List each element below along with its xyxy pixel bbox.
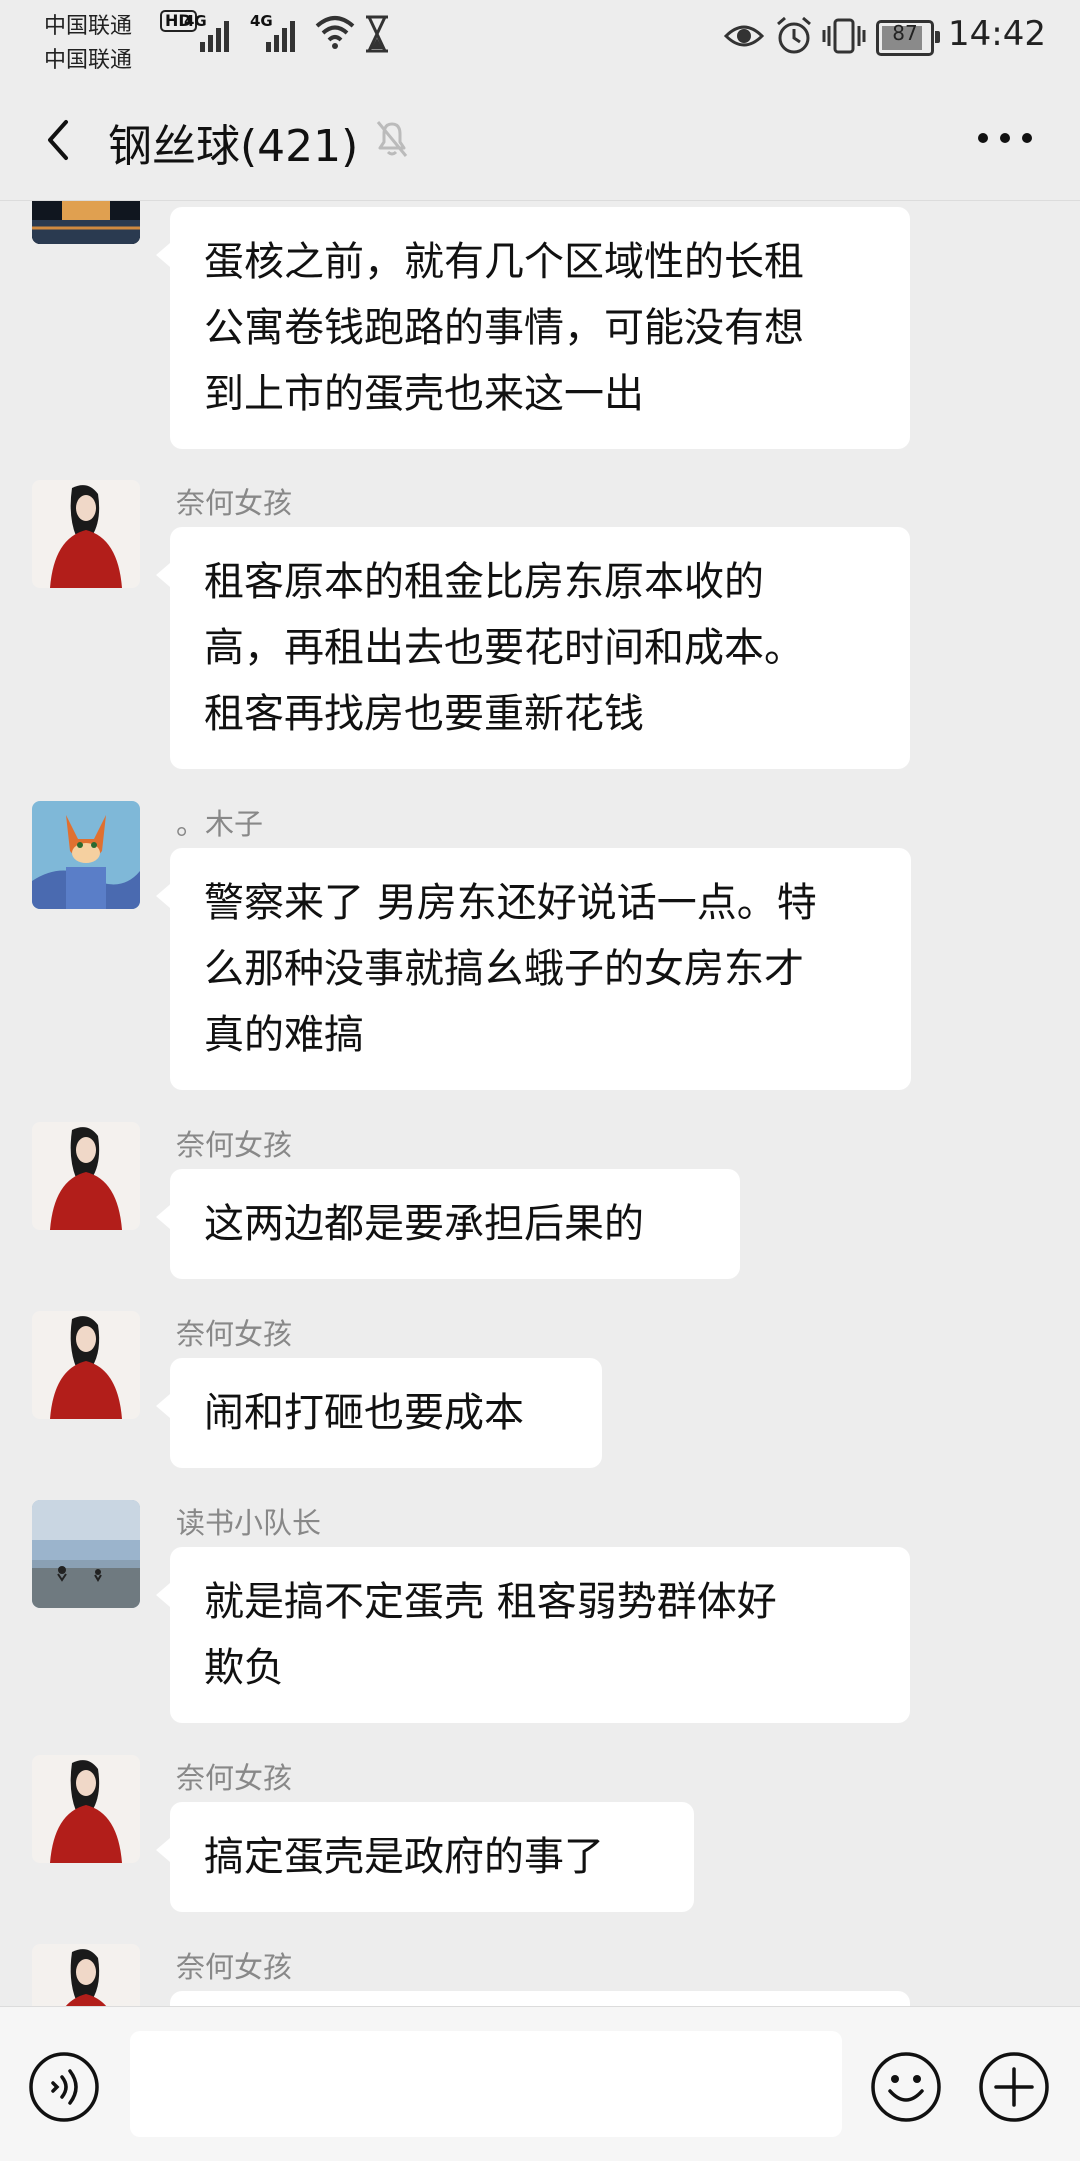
woman-red-avatar-image — [32, 480, 140, 588]
emoji-icon[interactable] — [868, 2049, 944, 2125]
more-options-icon[interactable] — [970, 116, 1040, 160]
message-text: 真的难搞 — [204, 1012, 364, 1058]
avatar[interactable] — [32, 801, 140, 909]
avatar[interactable] — [32, 1122, 140, 1230]
status-bar: 中国联通 中国联通 HD 4G 4G 87 14:42 — [0, 0, 1080, 80]
message-list[interactable]: 蛋核之前，就有几个区域性的长租 公寓卷钱跑路的事情，可能没有想 到上市的蛋壳也来… — [0, 201, 1080, 2006]
sender-name: 奈何女孩 — [176, 486, 293, 520]
avatar[interactable] — [32, 1311, 140, 1419]
eye-icon — [724, 25, 764, 47]
vibrate-icon — [822, 18, 866, 54]
sender-name: 。木子 — [176, 807, 264, 841]
battery-indicator: 87 — [876, 20, 940, 56]
mute-bell-icon — [376, 121, 408, 157]
woman-red-avatar-image — [32, 1122, 140, 1230]
sender-name: 奈何女孩 — [176, 1950, 293, 1984]
alarm-icon — [777, 16, 811, 54]
wifi-icon — [315, 16, 355, 49]
message-bubble[interactable]: 就是搞不定蛋壳 租客弱势群体好 欺负 — [156, 1547, 910, 1723]
message-text: 公寓卷钱跑路的事情，可能没有想 — [204, 305, 804, 351]
message-bubble[interactable]: 蛋核之前，就有几个区域性的长租 公寓卷钱跑路的事情，可能没有想 到上市的蛋壳也来… — [156, 207, 910, 449]
sender-name: 奈何女孩 — [176, 1128, 293, 1162]
message-text: 租客再找房也要重新花钱 — [204, 691, 644, 737]
back-arrow-icon[interactable] — [32, 110, 92, 170]
message-text: 这两边都是要承担后果的 — [204, 1201, 644, 1247]
chat-header: 钢丝球(421) — [0, 80, 1080, 201]
sender-name: 奈何女孩 — [176, 1317, 293, 1351]
carrier-label-1: 中国联通 — [44, 14, 133, 39]
message-text: 么那种没事就搞幺蛾子的女房东才 — [204, 946, 804, 992]
message-text: 租客原本的租金比房东原本收的 — [204, 559, 764, 605]
input-bar — [0, 2006, 1080, 2161]
message-text: 就是搞不定蛋壳 租客弱势群体好 — [204, 1579, 777, 1625]
beach-cyclists-avatar-image — [32, 1500, 140, 1608]
message-text: 搞定蛋壳是政府的事了 — [204, 1834, 604, 1880]
message-bubble[interactable]: 这两边都是要承担后果的 — [156, 1169, 740, 1279]
message-bubble[interactable]: 闹和打砸也要成本 — [156, 1358, 602, 1468]
message-text: 到上市的蛋壳也来这一出 — [204, 371, 644, 417]
woman-red-avatar-image — [32, 1944, 140, 2006]
avatar[interactable] — [32, 201, 140, 244]
avatar[interactable] — [32, 1944, 140, 2006]
pavilion-avatar-image — [32, 201, 140, 244]
woman-red-avatar-image — [32, 1311, 140, 1419]
message-bubble[interactable] — [170, 1991, 910, 2006]
sender-name: 奈何女孩 — [176, 1761, 293, 1795]
sender-name: 读书小队长 — [176, 1506, 322, 1540]
clock: 14:42 — [948, 14, 1046, 54]
message-text: 警察来了 男房东还好说话一点。特 — [204, 880, 817, 926]
message-bubble[interactable]: 搞定蛋壳是政府的事了 — [156, 1802, 694, 1912]
voice-icon[interactable] — [26, 2049, 102, 2125]
chat-title: 钢丝球(421) — [108, 121, 359, 172]
plus-icon[interactable] — [976, 2049, 1052, 2125]
message-bubble[interactable]: 租客原本的租金比房东原本收的 高，再租出去也要花时间和成本。 租客再找房也要重新… — [156, 527, 910, 769]
avatar[interactable] — [32, 1755, 140, 1863]
message-text: 闹和打砸也要成本 — [204, 1390, 524, 1436]
avatar[interactable] — [32, 1500, 140, 1608]
message-text: 高，再租出去也要花时间和成本。 — [204, 625, 804, 671]
message-bubble[interactable]: 警察来了 男房东还好说话一点。特 么那种没事就搞幺蛾子的女房东才 真的难搞 — [156, 848, 911, 1090]
woman-red-avatar-image — [32, 1755, 140, 1863]
carrier-label-2: 中国联通 — [44, 48, 133, 73]
hourglass-icon — [366, 15, 388, 53]
avatar[interactable] — [32, 480, 140, 588]
message-text: 蛋核之前，就有几个区域性的长租 — [204, 239, 804, 285]
message-input[interactable] — [130, 2031, 842, 2137]
message-text: 欺负 — [204, 1645, 284, 1691]
fox-cartoon-avatar-image — [32, 801, 140, 909]
